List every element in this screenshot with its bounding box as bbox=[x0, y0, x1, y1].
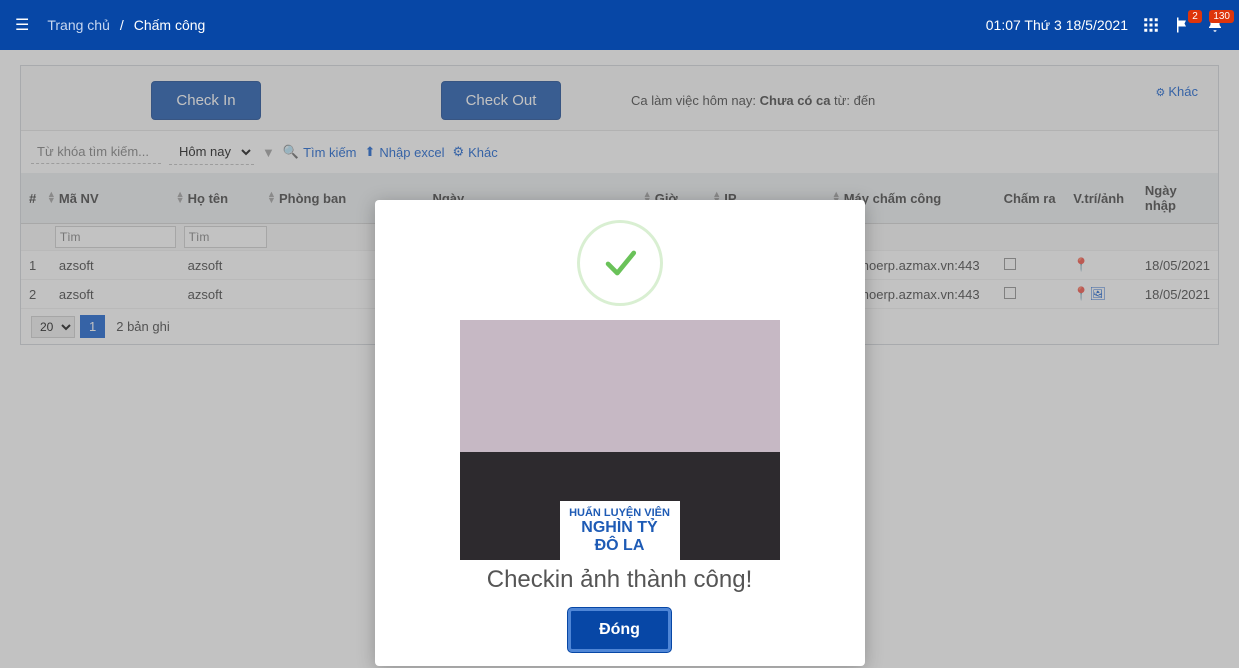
breadcrumb: Trang chủ / Chấm công bbox=[47, 17, 205, 33]
modal-overlay[interactable]: HUẤN LUYỆN VIÊN NGHÌN TỶ ĐÔ LA Checkin ả… bbox=[0, 50, 1239, 668]
photo-card-line1: HUẤN LUYỆN VIÊN bbox=[569, 507, 670, 519]
check-circle-icon bbox=[577, 220, 663, 306]
topbar: ☰ Trang chủ / Chấm công 01:07 Thứ 3 18/5… bbox=[0, 0, 1239, 50]
datetime-label: 01:07 Thứ 3 18/5/2021 bbox=[986, 17, 1128, 33]
bell-icon[interactable]: 130 bbox=[1206, 16, 1224, 34]
close-button[interactable]: Đóng bbox=[568, 608, 671, 652]
bell-badge: 130 bbox=[1209, 10, 1234, 23]
modal-message: Checkin ảnh thành công! bbox=[411, 566, 829, 594]
breadcrumb-current: Chấm công bbox=[134, 17, 206, 33]
modal-body: HUẤN LUYỆN VIÊN NGHÌN TỶ ĐÔ LA Checkin ả… bbox=[391, 320, 849, 608]
success-modal: HUẤN LUYỆN VIÊN NGHÌN TỶ ĐÔ LA Checkin ả… bbox=[375, 200, 865, 666]
flag-icon[interactable]: 2 bbox=[1174, 16, 1192, 34]
apps-icon[interactable] bbox=[1142, 16, 1160, 34]
photo-card-line2: NGHÌN TỶ bbox=[564, 519, 676, 537]
photo-card-line3: ĐÔ LA bbox=[564, 537, 676, 555]
breadcrumb-sep: / bbox=[120, 17, 124, 33]
photo-card: HUẤN LUYỆN VIÊN NGHÌN TỶ ĐÔ LA bbox=[560, 501, 680, 561]
breadcrumb-home[interactable]: Trang chủ bbox=[47, 17, 110, 33]
hamburger-icon[interactable]: ☰ bbox=[15, 15, 29, 35]
topbar-right: 01:07 Thứ 3 18/5/2021 2 130 bbox=[986, 16, 1224, 34]
flag-badge: 2 bbox=[1188, 10, 1202, 23]
checkin-photo: HUẤN LUYỆN VIÊN NGHÌN TỶ ĐÔ LA bbox=[460, 320, 780, 560]
